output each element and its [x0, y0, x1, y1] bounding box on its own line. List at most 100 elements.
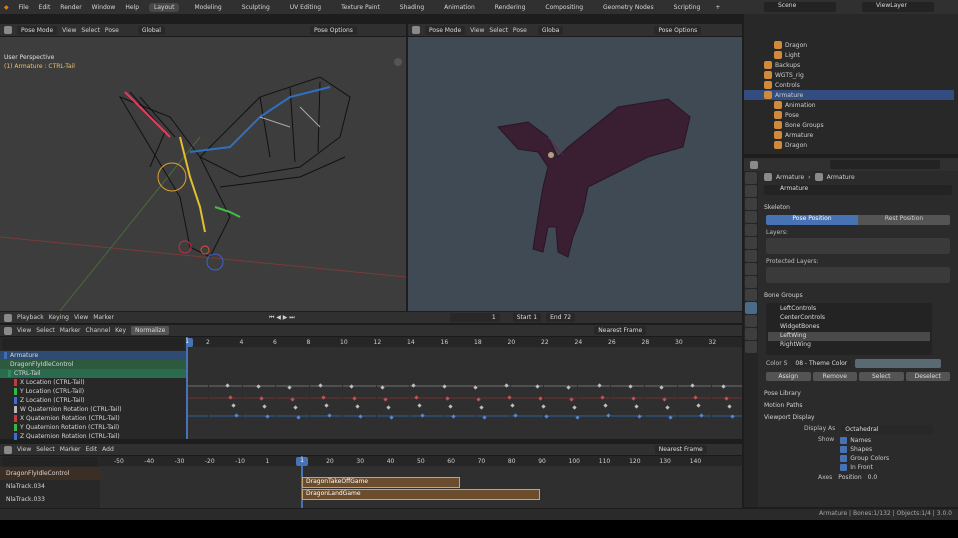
nla-strip-area[interactable]: -50-40-30-20-101102030405060708090100110… — [100, 456, 742, 508]
menu-edit[interactable]: Edit — [39, 4, 51, 11]
protected-layers-grid[interactable] — [766, 267, 950, 283]
dopesheet-ruler[interactable]: 2 4 6 8 10 12 14 16 18 20 22 24 26 28 30 32 — [186, 337, 742, 347]
workspace-tab-texture-paint[interactable]: Texture Paint — [336, 3, 385, 12]
keyframe-marker[interactable] — [544, 414, 549, 419]
view-layer-selector[interactable]: ViewLayer — [862, 2, 934, 12]
axes-offset-field[interactable]: 0.0 — [868, 474, 878, 481]
bone-group-item[interactable]: LeftControls — [768, 305, 930, 314]
outliner-row[interactable]: WGTS_rig — [744, 70, 954, 80]
menu-render[interactable]: Render — [60, 4, 81, 11]
select-menu[interactable]: Select — [36, 446, 55, 453]
nla-search-input[interactable] — [2, 457, 98, 466]
pose-options-button[interactable]: Pose Options — [309, 25, 357, 35]
channel-row[interactable]: Z Location (CTRL-Tail) — [0, 396, 186, 405]
mode-selector[interactable]: Pose Mode — [425, 25, 466, 35]
normalize-toggle[interactable]: Normalize — [131, 326, 170, 335]
bone-group-item[interactable]: RightWing — [768, 341, 930, 350]
play-controls[interactable]: ⏮ ◀ ▶ ⏭ — [269, 314, 295, 322]
view-menu[interactable]: View — [17, 327, 31, 334]
checkbox-icon[interactable] — [840, 437, 848, 444]
view-menu[interactable]: View — [17, 446, 31, 453]
nla-track-row[interactable]: DragonFlyIdleControl — [0, 467, 100, 480]
display-as-selector[interactable]: Octahedral — [841, 425, 934, 434]
keyframe-marker[interactable] — [448, 404, 453, 409]
outliner-row[interactable]: Pose — [744, 110, 954, 120]
editor-type-icon[interactable] — [750, 160, 758, 169]
output-tab-icon[interactable] — [745, 198, 757, 210]
object-tab-icon[interactable] — [745, 250, 757, 262]
keyframe-marker[interactable] — [355, 404, 360, 409]
keyframe-marker[interactable] — [324, 403, 329, 408]
menu-help[interactable]: Help — [125, 4, 139, 11]
rest-position-button[interactable]: Rest Position — [858, 215, 950, 225]
end-frame-field[interactable]: End 72 — [546, 313, 576, 322]
menu-file[interactable]: File — [19, 4, 29, 11]
layers-grid[interactable] — [766, 238, 950, 254]
skeleton-panel-header[interactable]: Skeleton — [758, 201, 958, 213]
channel-row[interactable]: Y Quaternion Rotation (CTRL-Tail) — [0, 423, 186, 432]
orientation-selector[interactable]: Globa — [537, 25, 564, 35]
keyframe-marker[interactable] — [634, 404, 639, 409]
assign-button[interactable]: Assign — [766, 372, 811, 381]
workspace-tab-sculpting[interactable]: Sculpting — [237, 3, 275, 12]
bone-group-item[interactable]: CenterControls — [768, 314, 930, 323]
outliner-row[interactable]: Light — [744, 50, 954, 60]
snap-selector[interactable]: Nearest Frame — [654, 445, 707, 454]
outliner-row[interactable]: Animation — [744, 100, 954, 110]
keyframe-marker[interactable] — [668, 415, 673, 420]
keyframe-marker[interactable] — [659, 385, 664, 390]
bone-groups-panel-header[interactable]: Bone Groups — [758, 289, 958, 301]
keyframe-marker[interactable] — [417, 403, 422, 408]
keyframe-marker[interactable] — [566, 385, 571, 390]
edit-menu[interactable]: Edit — [86, 446, 98, 453]
view-menu[interactable]: View — [74, 314, 88, 321]
view-menu[interactable]: View — [470, 27, 484, 34]
physics-tab-icon[interactable] — [745, 276, 757, 288]
pose-menu[interactable]: Pose — [105, 27, 119, 34]
keyframe-marker[interactable] — [442, 384, 447, 389]
workspace-tab-modeling[interactable]: Modeling — [189, 3, 226, 12]
pose-menu[interactable]: Pose — [513, 27, 527, 34]
left-3d-viewport[interactable]: User Perspective (1) Armature : CTRL-Tai… — [0, 37, 406, 311]
keyframe-marker[interactable] — [265, 414, 270, 419]
orientation-selector[interactable]: Global — [137, 25, 165, 35]
channel-row[interactable]: X Location (CTRL-Tail) — [0, 378, 186, 387]
keyframe-marker[interactable] — [631, 396, 636, 401]
show-checkbox[interactable]: Group Colors — [840, 454, 889, 463]
world-tab-icon[interactable] — [745, 237, 757, 249]
editor-type-icon[interactable] — [4, 26, 12, 34]
keyframe-marker[interactable] — [628, 384, 633, 389]
nla-strip-takeoff[interactable]: DragonTakeOffGame — [302, 477, 460, 488]
add-workspace-button[interactable]: + — [715, 4, 720, 11]
current-frame-field[interactable]: 1 — [449, 313, 500, 322]
show-checkbox[interactable]: Names — [840, 436, 889, 445]
keyframe-marker[interactable] — [538, 396, 543, 401]
playhead[interactable] — [186, 337, 188, 439]
keyframe-marker[interactable] — [352, 396, 357, 401]
view-layer-tab-icon[interactable] — [745, 211, 757, 223]
keyframe-marker[interactable] — [293, 405, 298, 410]
keyframe-marker[interactable] — [296, 415, 301, 420]
workspace-tab-shading[interactable]: Shading — [395, 3, 429, 12]
keyframe-marker[interactable] — [575, 415, 580, 420]
collapse-sidebar-icon[interactable] — [394, 58, 402, 66]
menu-window[interactable]: Window — [92, 4, 116, 11]
right-3d-viewport[interactable] — [408, 37, 742, 311]
channel-search-input[interactable] — [2, 338, 184, 350]
armature-data-tab-icon[interactable] — [745, 302, 757, 314]
show-checkbox[interactable]: Shapes — [840, 445, 889, 454]
workspace-tab-uv-editing[interactable]: UV Editing — [285, 3, 326, 12]
outliner-row[interactable]: Armature — [744, 130, 954, 140]
keyframe-marker[interactable] — [541, 404, 546, 409]
channel-menu[interactable]: Channel — [86, 327, 111, 334]
constraints-tab-icon[interactable] — [745, 289, 757, 301]
select-button[interactable]: Select — [859, 372, 904, 381]
marker-menu[interactable]: Marker — [60, 446, 81, 453]
keyframe-marker[interactable] — [724, 396, 729, 401]
keyframe-marker[interactable] — [256, 384, 261, 389]
keyframe-marker[interactable] — [662, 397, 667, 402]
texture-tab-icon[interactable] — [745, 341, 757, 353]
channel-row[interactable]: Armature — [0, 351, 186, 360]
editor-type-icon[interactable] — [4, 445, 12, 454]
snap-selector[interactable]: Nearest Frame — [594, 326, 647, 335]
